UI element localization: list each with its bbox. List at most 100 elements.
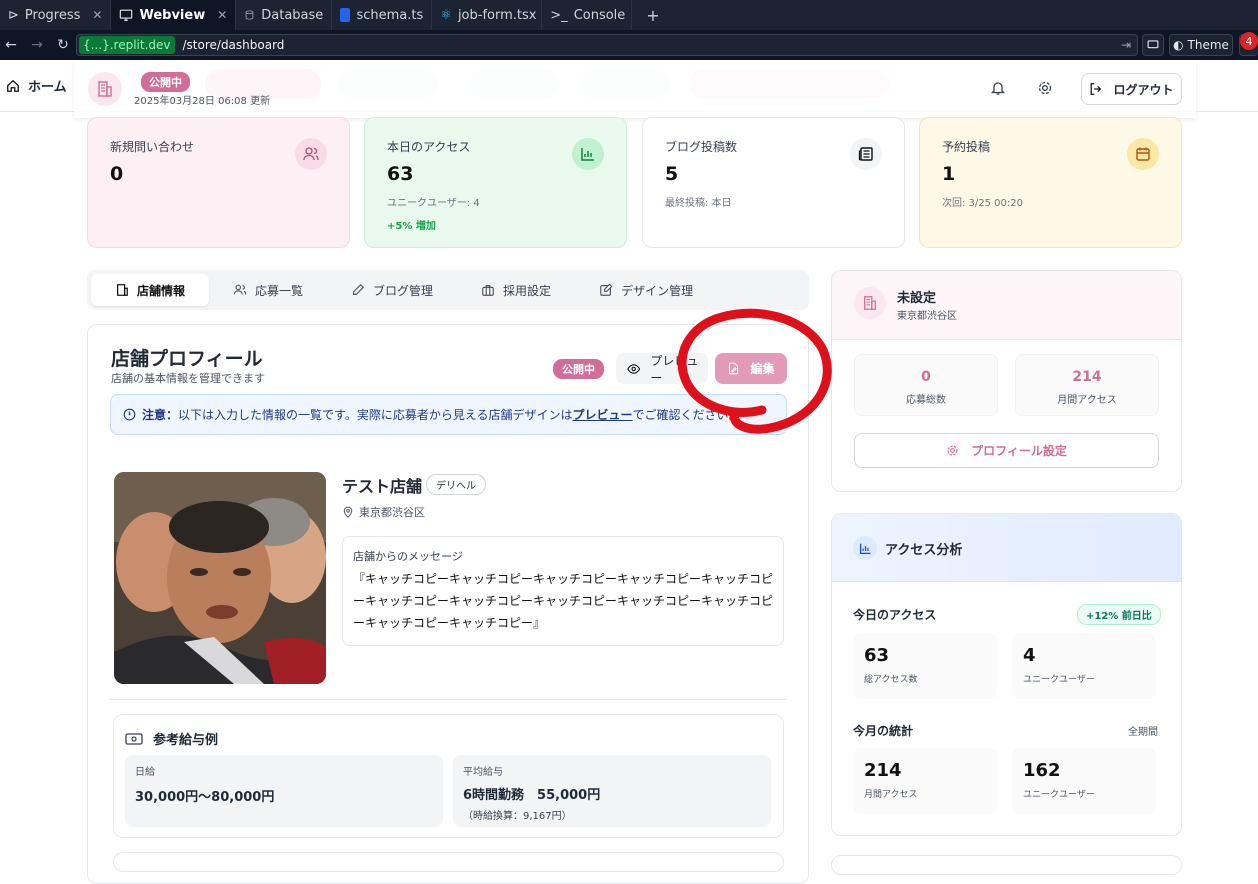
message-heading: 店舗からのメッセージ xyxy=(353,550,463,563)
forward-arrow-icon[interactable]: → xyxy=(26,37,48,53)
logout-icon xyxy=(1091,83,1102,95)
tab-job-form[interactable]: ⚛ job-form.tsx xyxy=(432,0,543,30)
today-unique-users: 4 ユニークユーザー xyxy=(1012,633,1156,699)
eye-icon xyxy=(627,363,641,374)
last-updated: 2025年03月28日 06:08 更新 xyxy=(134,96,271,107)
tab-blog[interactable]: ブログ管理 xyxy=(327,274,457,306)
side-store-name: 未設定 xyxy=(897,291,937,306)
tab-design[interactable]: デザイン管理 xyxy=(575,274,717,306)
growth-badge: +12% 前日比 xyxy=(1077,604,1161,625)
close-icon[interactable]: ✕ xyxy=(217,8,227,22)
pen-icon xyxy=(353,283,365,295)
profile-settings-button[interactable]: プロフィール設定 xyxy=(854,433,1159,468)
side-store-location: 東京都渋谷区 xyxy=(897,311,957,322)
month-heading: 今月の統計 xyxy=(853,724,914,738)
stat-card-blog-posts: ブログ投稿数 5 最終投稿: 本日 xyxy=(642,117,905,248)
info-icon xyxy=(123,408,136,421)
profile-tabs: 店舗情報 応募一覧 ブログ管理 採用設定 デザイン管理 xyxy=(87,270,809,310)
salary-heading: 参考給与例 xyxy=(125,729,218,748)
home-link[interactable]: ホーム xyxy=(6,76,67,95)
tab-applications[interactable]: 応募一覧 xyxy=(209,274,327,306)
month-unique-users: 162 ユニークユーザー xyxy=(1012,748,1156,814)
preview-button[interactable]: プレビュー xyxy=(616,353,708,385)
url-field[interactable]: {...}.replit.dev /store/dashboard ⇥ xyxy=(76,34,1138,56)
back-arrow-icon[interactable]: ← xyxy=(0,37,22,53)
store-avatar xyxy=(854,287,886,319)
next-section-card xyxy=(113,852,784,872)
page-title: 店舗プロフィール xyxy=(111,348,263,370)
store-location: 東京都渋谷区 xyxy=(342,504,425,520)
new-tab-button[interactable]: + xyxy=(632,6,673,25)
calendar-icon xyxy=(1127,138,1159,170)
status-badge: 公開中 xyxy=(553,359,604,379)
progress-icon: ⊳ xyxy=(8,7,19,23)
close-icon[interactable]: ✕ xyxy=(92,8,102,22)
tab-schema[interactable]: schema.ts xyxy=(332,0,433,30)
stat-value: 5 xyxy=(665,163,679,185)
users-icon xyxy=(233,284,247,295)
map-pin-icon xyxy=(343,506,353,518)
logout-button[interactable]: ログアウト xyxy=(1081,73,1182,105)
monthly-access: 214 月間アクセス xyxy=(1015,354,1159,416)
bell-icon[interactable] xyxy=(990,80,1006,96)
file-edit-icon xyxy=(729,362,739,375)
tab-store-info[interactable]: 店舗情報 xyxy=(91,274,210,306)
applications-total: 0 応募総数 xyxy=(854,354,998,416)
palette-icon: ◐ xyxy=(1173,38,1184,52)
banknote-icon xyxy=(125,732,143,745)
monitor-icon xyxy=(1147,40,1159,49)
message-text: 『キャッチコピーキャッチコピーキャッチコピーキャッチコピーキャッチコピーキャッチ… xyxy=(353,572,774,630)
preview-link[interactable]: プレビュー xyxy=(572,408,632,422)
stat-subtext: 最終投稿: 本日 xyxy=(665,198,732,209)
terminal-icon: >_ xyxy=(550,7,568,23)
theme-button[interactable]: ◐ Theme xyxy=(1169,34,1233,56)
stat-value: 1 xyxy=(942,163,956,185)
building-icon xyxy=(864,296,876,310)
users-icon xyxy=(295,138,327,170)
store-icon xyxy=(117,284,128,296)
open-external-icon[interactable]: ⇥ xyxy=(1121,38,1131,52)
month-access: 214 月間アクセス xyxy=(853,748,997,814)
gear-icon xyxy=(947,445,958,456)
url-domain: {...}.replit.dev xyxy=(79,36,175,54)
store-photo xyxy=(114,472,326,684)
daily-pay-box: 日給 30,000円〜80,000円 xyxy=(125,755,443,827)
gear-icon[interactable] xyxy=(1037,80,1053,96)
store-message-box: 店舗からのメッセージ 『キャッチコピーキャッチコピーキャッチコピーキャッチコピー… xyxy=(342,536,784,646)
today-heading: 今日のアクセス xyxy=(853,608,937,622)
edit-icon xyxy=(600,283,613,296)
briefcase-icon xyxy=(482,285,494,296)
devices-button[interactable] xyxy=(1142,34,1164,56)
store-name: テスト店舗 xyxy=(342,477,423,496)
notice-banner: 注意：以下は入力した情報の一覧です。実際に応募者から見える店舗デザインはプレビュ… xyxy=(110,394,787,435)
stat-subtext: 次回: 3/25 00:20 xyxy=(942,198,1024,209)
tab-database[interactable]: Database xyxy=(236,0,333,30)
store-type-badge: デリヘル xyxy=(426,474,486,495)
stat-value: 63 xyxy=(387,163,414,185)
reload-icon[interactable]: ↻ xyxy=(52,37,74,53)
stat-card-scheduled-posts: 予約投稿 1 次回: 3/25 00:20 xyxy=(919,117,1182,248)
home-icon xyxy=(7,79,19,92)
building-icon xyxy=(98,81,112,97)
store-status-overlay xyxy=(74,60,1196,118)
edit-button[interactable]: 編集 xyxy=(715,353,787,384)
stat-trend: +5% 増加 xyxy=(387,221,436,232)
bar-chart-icon xyxy=(572,138,604,170)
divider xyxy=(110,699,787,700)
tab-recruitment[interactable]: 採用設定 xyxy=(457,274,575,306)
period-label: 全期間 xyxy=(1128,727,1158,738)
react-icon: ⚛ xyxy=(440,7,452,23)
notification-count-badge: 4 xyxy=(1240,32,1258,50)
page-subtitle: 店舗の基本情報を管理できます xyxy=(111,372,265,385)
monitor-icon xyxy=(120,9,133,21)
status-badge: 公開中 xyxy=(141,72,190,92)
tab-console[interactable]: >_ Console xyxy=(542,0,633,30)
today-total-access: 63 総アクセス数 xyxy=(853,633,997,699)
tab-webview[interactable]: Webview ✕ xyxy=(111,0,237,30)
tab-progress[interactable]: ⊳ Progress ✕ xyxy=(0,0,112,30)
database-icon xyxy=(245,10,254,20)
stat-card-inquiries: 新規問い合わせ 0 xyxy=(87,117,350,248)
next-side-card xyxy=(831,855,1182,875)
stat-card-today-access: 本日のアクセス 63 ユニークユーザー: 4 +5% 増加 xyxy=(364,117,627,248)
stat-value: 0 xyxy=(110,163,124,185)
